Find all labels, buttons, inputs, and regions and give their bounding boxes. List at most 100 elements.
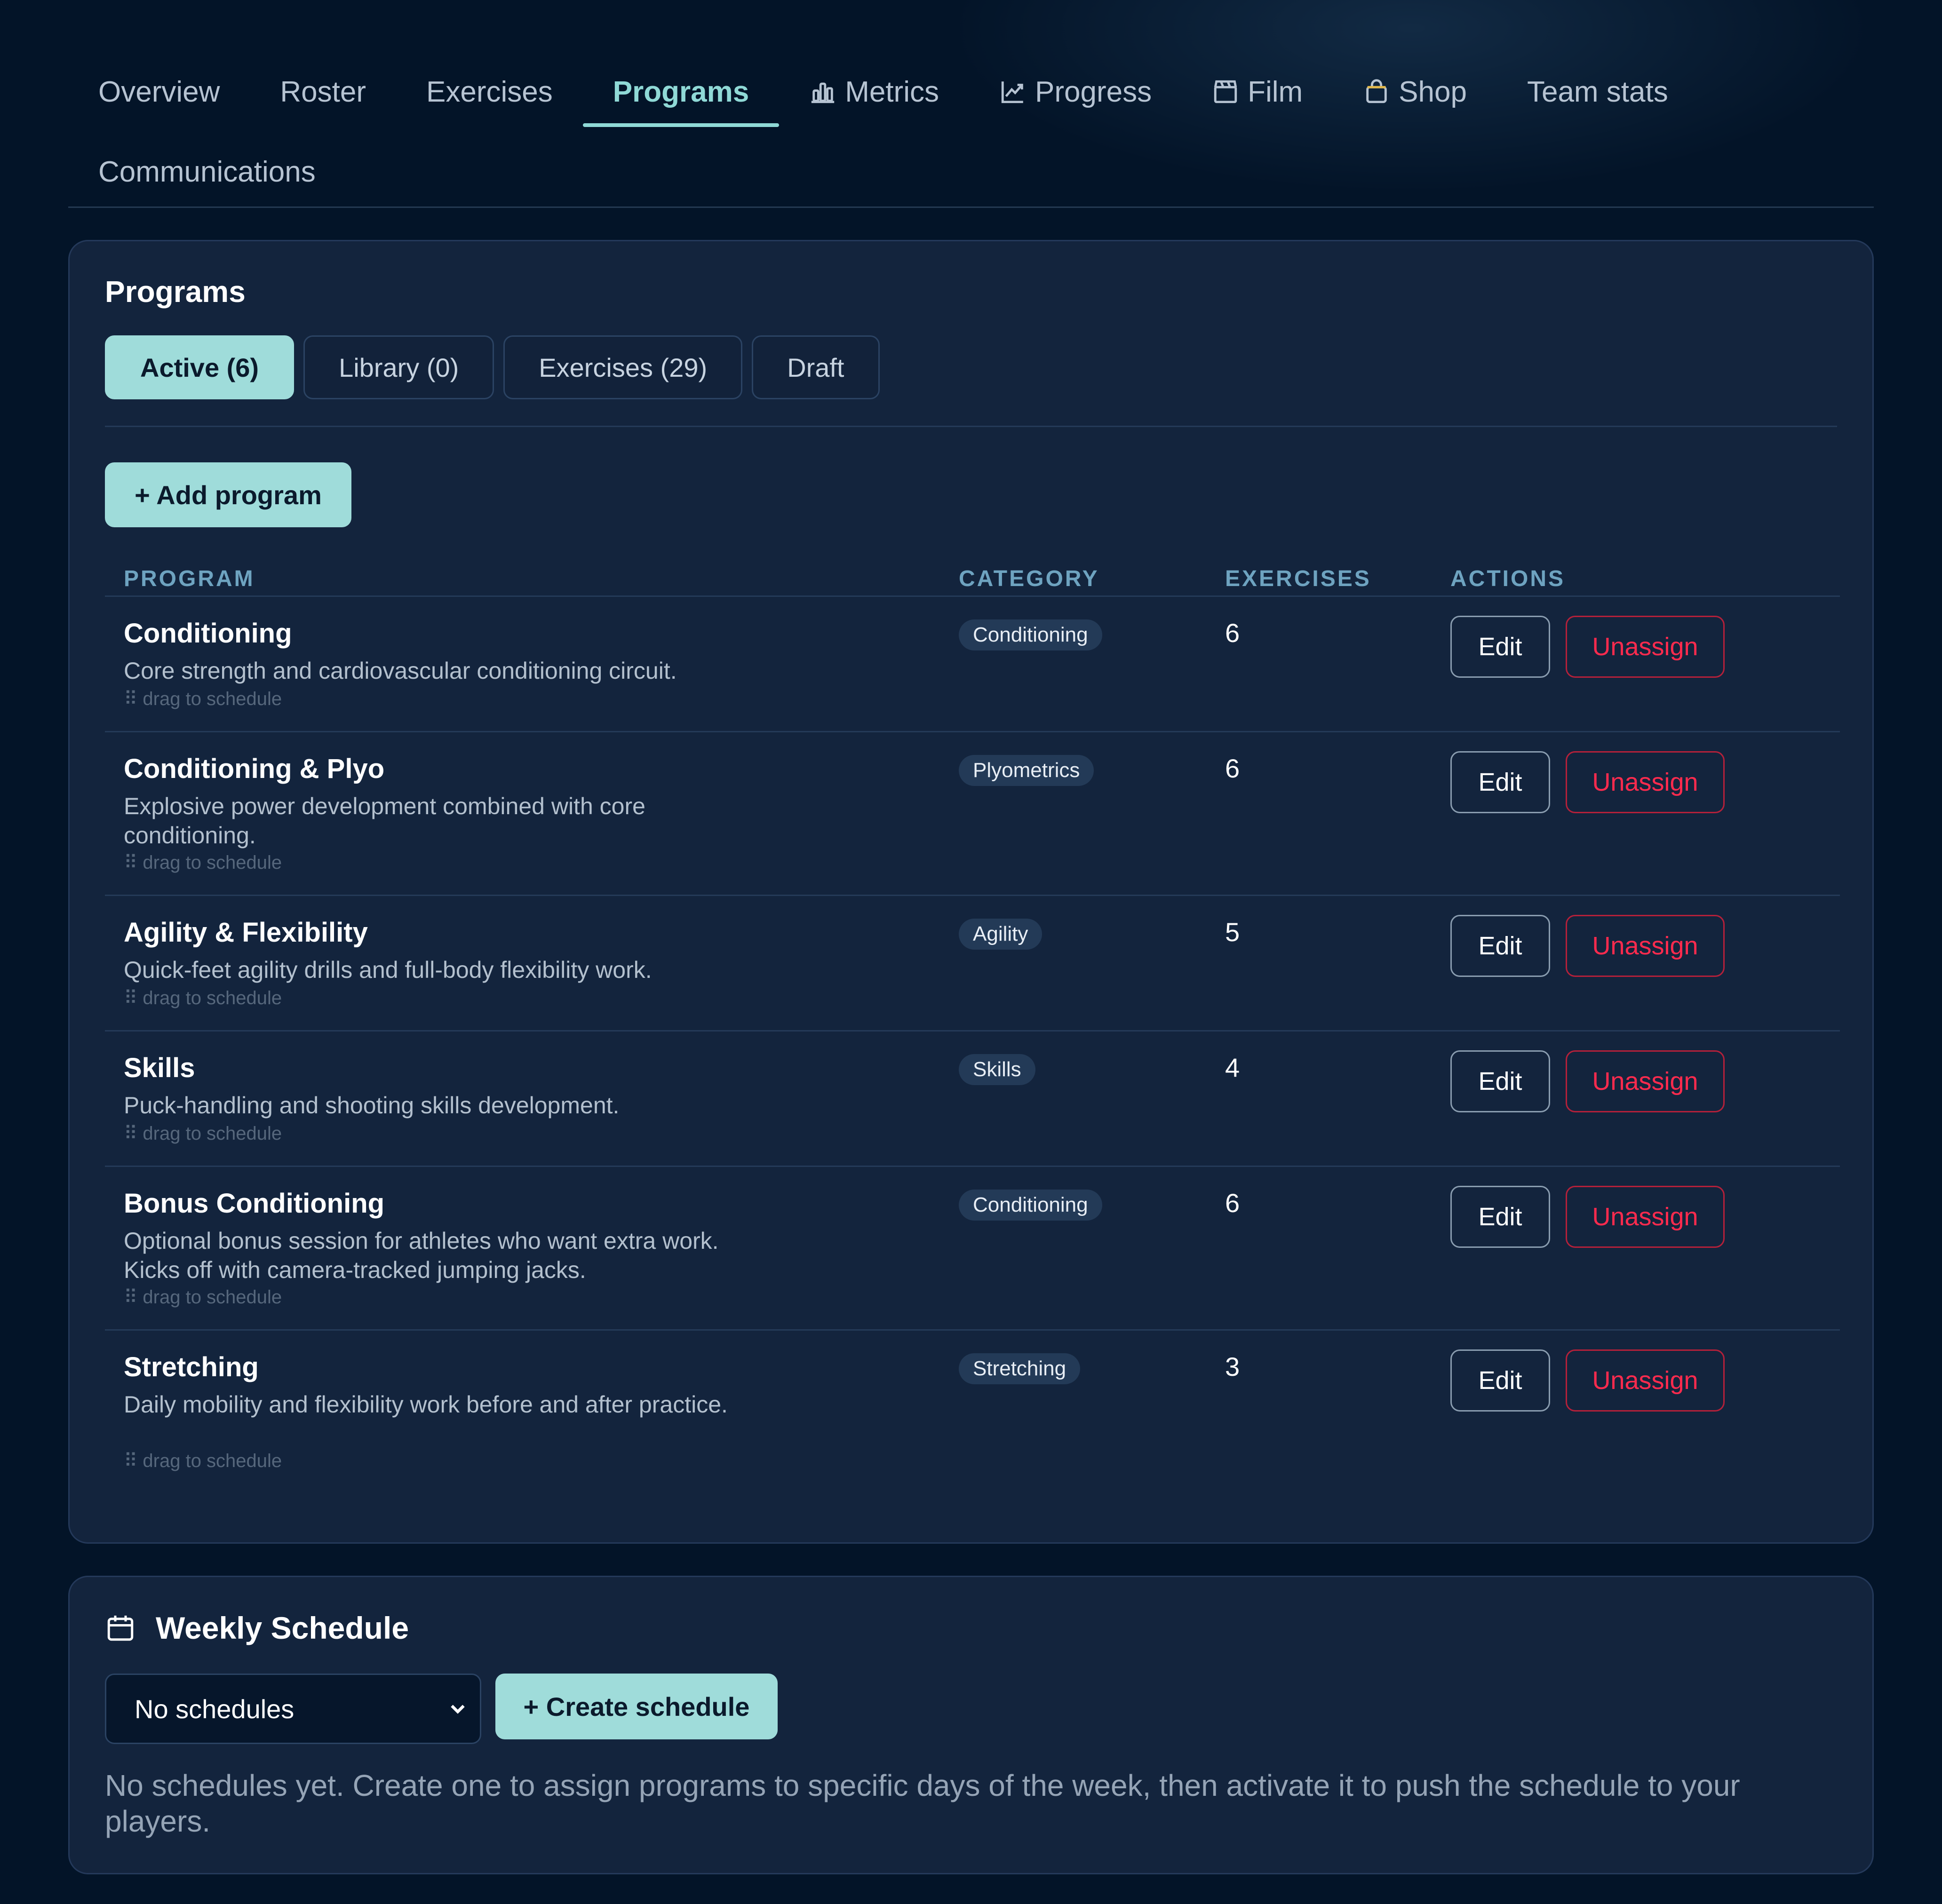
drag-handle[interactable]: ⠿ drag to schedule (124, 1286, 282, 1308)
drag-handle[interactable]: ⠿ drag to schedule (124, 688, 282, 710)
edit-button[interactable]: Edit (1450, 915, 1550, 977)
unassign-button[interactable]: Unassign (1566, 751, 1725, 813)
tab-label: Overview (98, 75, 220, 108)
program-name: Bonus Conditioning (124, 1188, 385, 1219)
schedule-select[interactable]: No schedules (105, 1674, 481, 1744)
tab-roster[interactable]: Roster (250, 56, 396, 127)
calendar-icon (107, 1615, 134, 1641)
schedule-title: Weekly Schedule (156, 1610, 409, 1645)
edit-button[interactable]: Edit (1450, 1050, 1550, 1112)
program-description: Explosive power development combined wit… (124, 793, 645, 849)
program-name: Stretching (124, 1352, 259, 1382)
unassign-button[interactable]: Unassign (1566, 915, 1725, 977)
drag-handle[interactable]: ⠿ drag to schedule (124, 1123, 282, 1144)
bar-chart-icon (812, 82, 835, 103)
table-row[interactable]: Skills Puck-handling and shooting skills… (105, 1031, 1840, 1167)
program-name: Conditioning & Plyo (124, 754, 385, 784)
table-row[interactable]: Conditioning & Plyo Explosive power deve… (105, 732, 1840, 896)
programs-panel: Programs Active (6) Library (0) Exercise… (68, 240, 1874, 1544)
exercise-count: 3 (1225, 1352, 1240, 1381)
table-row[interactable]: Bonus Conditioning Optional bonus sessio… (105, 1167, 1840, 1331)
divider (105, 426, 1837, 427)
unassign-button[interactable]: Unassign (1566, 616, 1725, 678)
unassign-button[interactable]: Unassign (1566, 1349, 1725, 1412)
column-header-category: CATEGORY (959, 566, 1099, 591)
line-chart-icon (1001, 81, 1023, 103)
tab-label: Team stats (1527, 75, 1668, 108)
column-header-exercises: EXERCISES (1225, 566, 1371, 591)
program-name: Agility & Flexibility (124, 917, 368, 948)
shopping-bag-icon (1366, 79, 1387, 103)
edit-button[interactable]: Edit (1450, 1349, 1550, 1412)
tab-label: Communications (98, 155, 316, 188)
column-header-program: PROGRAM (124, 566, 255, 591)
tab-label: Metrics (845, 75, 939, 108)
nav-row: Communications (68, 136, 346, 207)
app-root: Overview Roster Exercises Programs Metri… (0, 0, 1942, 1904)
edit-button[interactable]: Edit (1450, 1186, 1550, 1248)
exercise-count: 5 (1225, 917, 1240, 947)
program-description: Core strength and cardiovascular conditi… (124, 658, 677, 684)
exercise-count: 6 (1225, 1188, 1240, 1218)
category-badge: Conditioning (959, 1190, 1102, 1221)
tab-metrics[interactable]: Metrics (779, 56, 969, 127)
chevron-down-icon (451, 1705, 465, 1714)
unassign-button[interactable]: Unassign (1566, 1186, 1725, 1248)
empty-schedule-message: No schedules yet. Create one to assign p… (105, 1769, 1740, 1838)
add-program-button[interactable]: + Add program (105, 462, 351, 527)
tab-label: Film (1248, 75, 1303, 108)
category-badge: Agility (959, 919, 1043, 950)
programs-table: PROGRAM CATEGORY EXERCISES ACTIONS Condi… (105, 547, 1840, 1494)
program-description: Optional bonus session for athletes who … (124, 1228, 719, 1283)
program-name: Skills (124, 1053, 195, 1083)
drag-handle[interactable]: ⠿ drag to schedule (124, 987, 282, 1009)
program-description: Daily mobility and flexibility work befo… (124, 1391, 728, 1418)
exercise-count: 6 (1225, 618, 1240, 648)
panel-title: Programs (105, 275, 246, 309)
table-row[interactable]: Conditioning Core strength and cardiovas… (105, 597, 1840, 732)
select-value: No schedules (135, 1694, 294, 1724)
tab-communications[interactable]: Communications (68, 136, 346, 207)
category-badge: Plyometrics (959, 755, 1094, 786)
tab-programs[interactable]: Programs (582, 56, 780, 127)
tab-label: Progress (1035, 75, 1152, 108)
tab-label: Programs (613, 75, 749, 108)
nav-row: Overview Roster Exercises Programs Metri… (68, 56, 1698, 127)
schedule-header: Weekly Schedule (105, 1610, 409, 1646)
column-header-actions: ACTIONS (1450, 566, 1565, 591)
tab-shop[interactable]: Shop (1333, 56, 1497, 127)
weekly-schedule-panel: Weekly Schedule No schedules + Create sc… (68, 1576, 1874, 1874)
tab-label: Exercises (426, 75, 553, 108)
program-subtabs: Active (6) Library (0) Exercises (29) Dr… (105, 335, 880, 399)
drag-handle[interactable]: ⠿ drag to schedule (124, 852, 282, 873)
tab-label: Shop (1399, 75, 1467, 108)
drag-handle[interactable]: ⠿ drag to schedule (124, 1450, 282, 1472)
edit-button[interactable]: Edit (1450, 616, 1550, 678)
subtab-draft[interactable]: Draft (752, 335, 880, 399)
program-description: Quick-feet agility drills and full-body … (124, 957, 652, 983)
clapperboard-icon (1214, 80, 1237, 103)
subtab-library[interactable]: Library (0) (303, 335, 494, 399)
table-row[interactable]: Agility & Flexibility Quick-feet agility… (105, 896, 1840, 1031)
exercise-count: 6 (1225, 754, 1240, 783)
tab-exercises[interactable]: Exercises (396, 56, 583, 127)
tab-label: Roster (280, 75, 366, 108)
subtab-exercises[interactable]: Exercises (29) (503, 335, 743, 399)
edit-button[interactable]: Edit (1450, 751, 1550, 813)
category-badge: Skills (959, 1054, 1035, 1085)
tab-progress[interactable]: Progress (969, 56, 1182, 127)
category-badge: Conditioning (959, 619, 1102, 651)
table-header: PROGRAM CATEGORY EXERCISES ACTIONS (105, 547, 1840, 597)
tab-film[interactable]: Film (1182, 56, 1333, 127)
tab-team-stats[interactable]: Team stats (1497, 56, 1698, 127)
main-nav: Overview Roster Exercises Programs Metri… (68, 56, 1874, 208)
subtab-active[interactable]: Active (6) (105, 335, 294, 399)
program-description: Puck-handling and shooting skills develo… (124, 1092, 620, 1119)
exercise-count: 4 (1225, 1053, 1240, 1082)
program-name: Conditioning (124, 618, 292, 649)
tab-overview[interactable]: Overview (68, 56, 250, 127)
table-row[interactable]: Stretching Daily mobility and flexibilit… (105, 1331, 1840, 1494)
category-badge: Stretching (959, 1353, 1081, 1384)
unassign-button[interactable]: Unassign (1566, 1050, 1725, 1112)
create-schedule-button[interactable]: + Create schedule (495, 1674, 778, 1739)
